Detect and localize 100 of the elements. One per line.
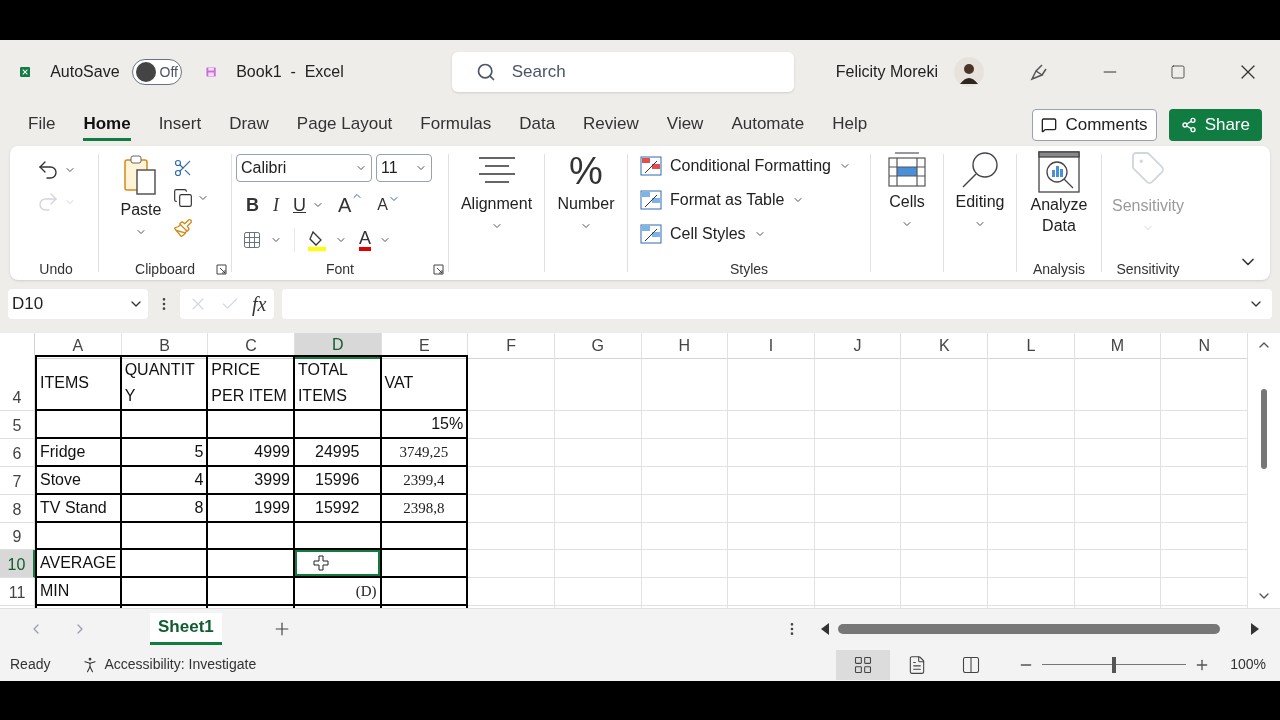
column-header[interactable]: J <box>814 333 902 359</box>
ribbon-tab[interactable]: View <box>666 109 704 141</box>
view-button[interactable] <box>836 649 891 680</box>
scroll-left-icon[interactable] <box>820 622 830 635</box>
scroll-right-icon[interactable] <box>1250 622 1260 635</box>
table-cell: VAT <box>381 355 469 411</box>
ribbon-tab[interactable]: Insert <box>158 109 202 141</box>
table-cell: Fridge <box>35 439 122 467</box>
row-header[interactable]: 6 <box>0 439 35 467</box>
row-header[interactable]: 8 <box>0 495 35 523</box>
cells-button[interactable]: Cells <box>887 146 927 280</box>
styles-menu-button[interactable]: Format as Table <box>640 188 870 212</box>
font-name-dropdown[interactable]: Calibri <box>236 154 372 182</box>
paste-button[interactable]: Paste <box>120 154 162 258</box>
column-header[interactable]: G <box>554 333 642 359</box>
analyze-data-button[interactable]: Analyze Data <box>1027 146 1091 258</box>
row-header[interactable]: 11 <box>0 578 35 606</box>
row-header[interactable]: 4 <box>0 355 35 411</box>
share-button[interactable]: Share <box>1168 109 1262 141</box>
table-cell: PRICE PER ITEM <box>208 355 295 411</box>
borders-icon[interactable] <box>242 230 262 250</box>
accessibility-button[interactable]: Accessibility: Investigate <box>80 654 257 675</box>
ribbon-tab[interactable]: Draw <box>229 109 269 141</box>
column-header[interactable]: C <box>208 333 295 359</box>
pen-icon[interactable] <box>1028 61 1050 83</box>
ribbon-tab[interactable]: File <box>28 109 56 141</box>
table-cell: 1999 <box>208 495 295 523</box>
ribbon-tab[interactable]: Formulas <box>420 109 492 141</box>
column-header[interactable]: L <box>988 333 1075 359</box>
column-header[interactable]: D <box>294 333 382 359</box>
editing-button[interactable]: Editing <box>955 146 1005 280</box>
bold-button[interactable]: B <box>246 191 259 219</box>
row-header[interactable]: 5 <box>0 411 35 439</box>
dialog-launcher-icon[interactable] <box>433 263 444 275</box>
ribbon-tab[interactable]: Review <box>583 109 639 141</box>
magnifier-icon <box>960 150 1000 190</box>
row-header[interactable]: 10 <box>0 550 35 578</box>
name-box[interactable]: D10 <box>8 289 148 319</box>
column-header[interactable]: K <box>901 333 989 359</box>
table-cell: AVERAGE <box>35 550 122 578</box>
table-cell: 24995 <box>294 439 382 467</box>
share-icon <box>1180 117 1197 133</box>
autosave-label: AutoSave <box>50 62 120 82</box>
table-cell: 15996 <box>294 467 382 495</box>
italic-button[interactable]: I <box>273 191 279 219</box>
column-header[interactable]: A <box>35 333 122 359</box>
maximize-icon[interactable] <box>1170 64 1186 80</box>
cells-grid-icon <box>887 150 927 190</box>
vertical-scrollbar-thumb[interactable] <box>1261 389 1267 469</box>
font-color-button[interactable]: A <box>359 229 371 251</box>
row-header[interactable]: 7 <box>0 467 35 495</box>
row-header[interactable]: 9 <box>0 523 35 550</box>
column-header[interactable]: F <box>468 333 555 359</box>
table-cell: 2399,4 <box>381 467 469 495</box>
formula-input[interactable] <box>282 289 1272 319</box>
styles-menu-button[interactable]: Cell Styles <box>640 222 870 246</box>
decrease-font-button[interactable]: A <box>377 193 400 217</box>
user-name: Felicity Moreki <box>835 62 938 82</box>
search-field[interactable]: Search <box>451 52 794 92</box>
status-text: Ready <box>10 655 51 674</box>
column-header[interactable]: N <box>1161 333 1248 359</box>
column-header[interactable]: B <box>121 333 209 359</box>
table-cell: 15% <box>381 411 469 439</box>
ribbon-tab[interactable]: Page Layout <box>296 109 393 141</box>
avatar-icon[interactable] <box>954 57 984 87</box>
group-label: Analysis <box>1032 259 1086 279</box>
underline-button[interactable]: U <box>293 191 306 219</box>
ribbon-tab[interactable]: Automate <box>731 109 805 141</box>
column-header[interactable]: H <box>641 333 729 359</box>
table-cell: ITEMS <box>35 355 122 411</box>
dialog-launcher-icon[interactable] <box>216 263 227 275</box>
column-header[interactable]: I <box>728 333 815 359</box>
table-cell: MIN <box>35 578 122 606</box>
column-header[interactable]: M <box>1074 333 1162 359</box>
styles-menu-button[interactable]: Conditional Formatting <box>640 154 870 178</box>
format-painter-icon[interactable] <box>173 218 194 238</box>
group-label: Undo <box>39 259 73 279</box>
insert-function-button[interactable]: fx <box>252 289 267 319</box>
table-cell: 4999 <box>208 439 295 467</box>
fill-color-icon[interactable] <box>307 229 327 251</box>
ribbon-tab[interactable]: Home <box>83 109 131 141</box>
zoom-slider[interactable] <box>1042 656 1187 673</box>
increase-font-button[interactable]: A <box>338 190 364 220</box>
group-label: Font <box>326 259 354 279</box>
group-label: Styles <box>729 259 769 279</box>
table-cell: 3999 <box>208 467 295 495</box>
table-cell: TV Stand <box>35 495 122 523</box>
sheet-tab[interactable]: Sheet1 <box>150 612 222 645</box>
font-size-dropdown[interactable]: 11 <box>376 154 432 182</box>
horizontal-scrollbar-thumb[interactable] <box>838 623 1220 634</box>
comments-button[interactable]: Comments <box>1032 109 1157 141</box>
copy-icon[interactable] <box>173 188 194 208</box>
ribbon-tab[interactable]: Data <box>519 109 556 141</box>
alignment-button[interactable]: Alignment <box>460 146 533 280</box>
column-header[interactable]: E <box>381 333 469 359</box>
table-cell: TOTAL ITEMS <box>294 355 382 411</box>
table-cell: 3749,25 <box>381 439 469 467</box>
ribbon-tab[interactable]: Help <box>832 109 868 141</box>
number-format-button[interactable]: % Number <box>557 146 615 280</box>
autosave-toggle[interactable]: Off <box>131 59 182 85</box>
